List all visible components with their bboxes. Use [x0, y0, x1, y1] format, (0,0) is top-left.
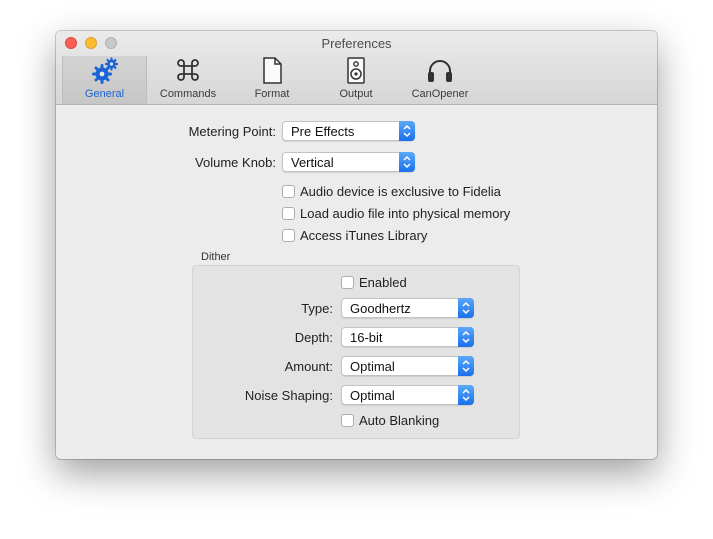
speaker-icon — [347, 57, 365, 84]
dither-type-label: Type: — [301, 301, 333, 316]
auto-blanking-checkbox[interactable] — [341, 414, 354, 427]
headphones-icon — [428, 60, 452, 82]
dither-depth-label: Depth: — [294, 330, 333, 345]
tab-output[interactable]: Output — [316, 56, 396, 104]
auto-blanking-label: Auto Blanking — [359, 413, 440, 428]
popup-arrows-icon — [458, 356, 474, 376]
popup-arrows-icon — [399, 152, 415, 172]
dither-group-title: Dither — [201, 251, 231, 263]
dither-enabled-checkbox[interactable] — [341, 276, 354, 289]
load-into-memory-label: Load audio file into physical memory — [300, 206, 511, 221]
tab-commands-label: Commands — [159, 88, 217, 100]
tab-canopener[interactable]: CanOpener — [400, 56, 480, 104]
load-into-memory-checkbox[interactable] — [282, 207, 295, 220]
dither-depth-popup[interactable]: 16-bit — [341, 327, 474, 347]
preferences-window: Preferences General Commands Format Outp… — [56, 31, 657, 459]
metering-point-popup[interactable]: Pre Effects — [282, 121, 415, 141]
window-title: Preferences — [321, 36, 392, 51]
tab-commands[interactable]: Commands — [148, 56, 228, 104]
tab-canopener-label: CanOpener — [411, 88, 469, 100]
exclusive-device-label: Audio device is exclusive to Fidelia — [300, 184, 501, 199]
popup-arrows-icon — [458, 327, 474, 347]
popup-arrows-icon — [458, 385, 474, 405]
command-key-icon — [177, 59, 199, 81]
noise-shaping-label: Noise Shaping: — [244, 388, 333, 403]
noise-shaping-value: Optimal — [350, 388, 395, 403]
dither-amount-popup[interactable]: Optimal — [341, 356, 474, 376]
popup-arrows-icon — [399, 121, 415, 141]
exclusive-device-checkbox[interactable] — [282, 185, 295, 198]
dither-depth-value: 16-bit — [350, 330, 383, 345]
tab-output-label: Output — [339, 88, 373, 100]
tab-format[interactable]: Format — [232, 56, 312, 104]
gears-icon — [91, 57, 118, 84]
tab-general[interactable]: General — [62, 56, 147, 104]
volume-knob-popup[interactable]: Vertical — [282, 152, 415, 172]
tab-general-label: General — [84, 88, 125, 100]
dither-amount-value: Optimal — [350, 359, 395, 374]
access-itunes-label: Access iTunes Library — [300, 228, 428, 243]
popup-arrows-icon — [458, 298, 474, 318]
metering-point-label: Metering Point: — [188, 124, 276, 139]
dither-type-value: Goodhertz — [350, 301, 411, 316]
tab-format-label: Format — [254, 88, 290, 100]
dither-amount-label: Amount: — [284, 359, 333, 374]
toolbar: Preferences General Commands Format Outp… — [56, 31, 657, 105]
volume-knob-label: Volume Knob: — [195, 155, 276, 170]
dither-type-popup[interactable]: Goodhertz — [341, 298, 474, 318]
document-icon — [263, 57, 282, 84]
access-itunes-checkbox[interactable] — [282, 229, 295, 242]
metering-point-value: Pre Effects — [291, 124, 355, 139]
dither-group-box — [192, 265, 520, 439]
noise-shaping-popup[interactable]: Optimal — [341, 385, 474, 405]
dither-enabled-label: Enabled — [359, 275, 407, 290]
volume-knob-value: Vertical — [291, 155, 334, 170]
